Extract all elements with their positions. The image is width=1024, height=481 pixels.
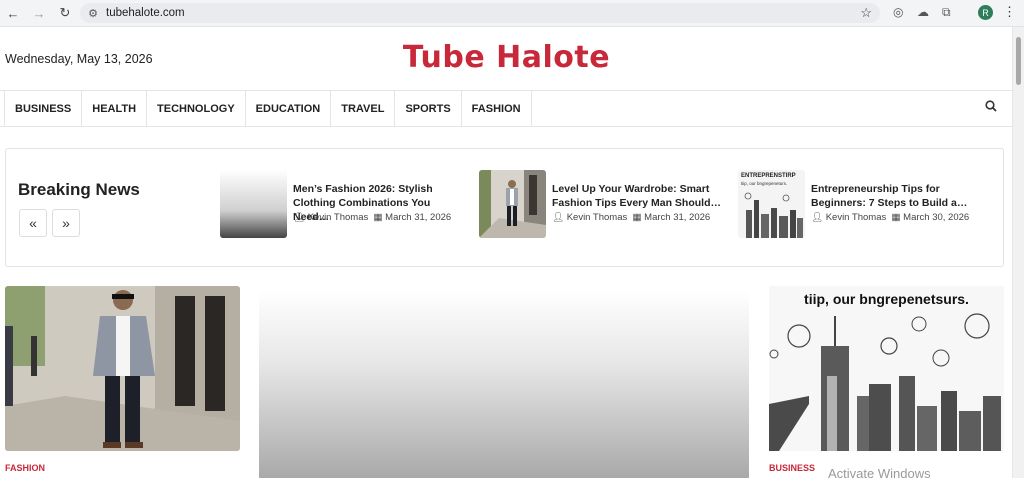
next-button[interactable]: » xyxy=(52,209,80,237)
news-title[interactable]: Level Up Your Wardrobe: Smart Fashion Ti… xyxy=(552,182,722,210)
news-author[interactable]: Kevin Thomas xyxy=(567,212,628,223)
scrollbar-thumb[interactable] xyxy=(1016,37,1021,85)
tune-icon[interactable]: ⚙ xyxy=(82,7,104,20)
card-category-business[interactable]: BUSINESS xyxy=(769,463,815,473)
extension-icon[interactable]: ◎ xyxy=(893,5,903,19)
nav-item-travel[interactable]: TRAVEL xyxy=(330,91,394,126)
site-logo[interactable]: Tube Halote xyxy=(0,40,1013,75)
news-meta: 👤︎ Kevin Thomas ▦ March 31, 2026 xyxy=(552,212,710,223)
news-author[interactable]: Kevin Thomas xyxy=(308,212,369,223)
user-icon: 👤︎ xyxy=(293,212,306,223)
featured-card-image[interactable] xyxy=(259,290,749,478)
nav-item-health[interactable]: HEALTH xyxy=(81,91,146,126)
calendar-icon: ▦ xyxy=(373,212,383,223)
windows-activation-watermark: Activate Windows xyxy=(828,466,931,481)
card-category-fashion[interactable]: FASHION xyxy=(5,463,45,473)
forward-icon[interactable]: → xyxy=(26,0,52,26)
news-author[interactable]: Kevin Thomas xyxy=(826,212,887,223)
news-date: March 30, 2026 xyxy=(903,212,970,223)
profile-avatar[interactable]: R xyxy=(978,5,993,20)
main-nav: BUSINESS HEALTH TECHNOLOGY EDUCATION TRA… xyxy=(4,91,532,126)
url-text: tubehalote.com xyxy=(106,7,185,19)
puzzle-icon[interactable]: ⧉ xyxy=(942,5,951,20)
page-scrollbar[interactable] xyxy=(1012,27,1024,478)
menu-icon[interactable]: ⋮ xyxy=(1003,4,1016,20)
news-date: March 31, 2026 xyxy=(385,212,452,223)
nav-item-education[interactable]: EDUCATION xyxy=(244,91,331,126)
news-thumbnail[interactable]: ENTREPRENSTIRP tiip, our bngrepeneturs. xyxy=(738,170,805,238)
calendar-icon: ▦ xyxy=(632,212,642,223)
prev-button[interactable]: « xyxy=(19,209,47,237)
user-icon: 👤︎ xyxy=(552,212,565,223)
search-icon[interactable] xyxy=(985,100,997,115)
divider xyxy=(0,126,1013,127)
breaking-news-item[interactable]: Men’s Fashion 2026: Stylish Clothing Com… xyxy=(220,170,470,238)
news-title[interactable]: Entrepreneurship Tips for Beginners: 7 S… xyxy=(811,182,981,210)
cloud-icon[interactable]: ☁ xyxy=(917,5,929,19)
news-thumbnail[interactable] xyxy=(220,170,287,238)
news-thumbnail[interactable] xyxy=(479,170,546,238)
breaking-news-title: Breaking News xyxy=(18,180,140,199)
card-image-fashion[interactable] xyxy=(5,286,240,451)
breaking-news-item[interactable]: Level Up Your Wardrobe: Smart Fashion Ti… xyxy=(479,170,729,238)
card-image-business[interactable]: tiip, our bngrepenetsurs. xyxy=(769,286,1004,451)
nav-item-sports[interactable]: SPORTS xyxy=(394,91,460,126)
calendar-icon: ▦ xyxy=(891,212,901,223)
bookmark-star-icon[interactable]: ☆ xyxy=(860,5,872,21)
news-meta: 👤︎ Kevin Thomas ▦ March 30, 2026 xyxy=(811,212,969,223)
nav-item-technology[interactable]: TECHNOLOGY xyxy=(146,91,245,126)
news-date: March 31, 2026 xyxy=(644,212,711,223)
news-meta: 👤︎ Kevin Thomas ▦ March 31, 2026 xyxy=(293,212,451,223)
back-icon[interactable]: ← xyxy=(0,0,26,26)
user-icon: 👤︎ xyxy=(811,212,824,223)
reload-icon[interactable]: ↻ xyxy=(52,0,78,26)
address-bar[interactable]: ⚙ tubehalote.com ☆ xyxy=(80,3,880,23)
nav-item-fashion[interactable]: FASHION xyxy=(460,91,532,126)
nav-item-business[interactable]: BUSINESS xyxy=(4,91,81,126)
breaking-news-item[interactable]: ENTREPRENSTIRP tiip, our bngrepeneturs. … xyxy=(738,170,988,238)
